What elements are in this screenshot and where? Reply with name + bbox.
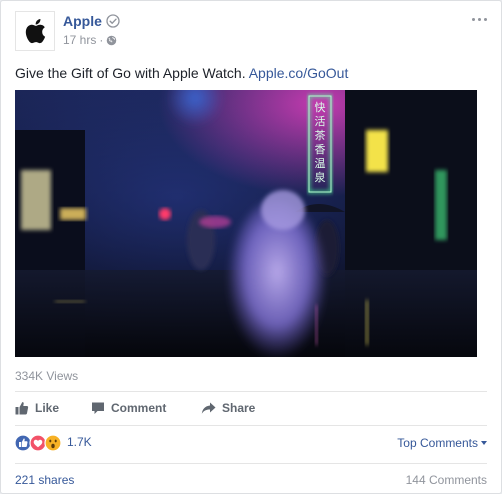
- caret-down-icon: [481, 441, 487, 445]
- share-label: Share: [222, 401, 256, 415]
- page-avatar[interactable]: [15, 11, 55, 51]
- share-button[interactable]: Share: [201, 397, 255, 419]
- comment-sort-label: Top Comments: [397, 436, 478, 450]
- video-player[interactable]: 快活茶香温泉: [15, 90, 477, 357]
- comments-link[interactable]: 144 Comments: [406, 473, 487, 487]
- reaction-icons[interactable]: [15, 434, 63, 452]
- neon-sign-char: 快: [315, 101, 326, 114]
- action-bar: Like Comment Share: [15, 397, 487, 419]
- divider: [15, 391, 487, 392]
- comment-label: Comment: [111, 401, 167, 415]
- like-button[interactable]: Like: [15, 397, 59, 419]
- shares-link[interactable]: 221 shares: [15, 473, 74, 487]
- neon-sign-char: 茶: [315, 129, 326, 142]
- page-name-link[interactable]: Apple: [63, 13, 102, 29]
- neon-sign-char: 活: [315, 115, 326, 128]
- share-arrow-icon: [201, 402, 216, 414]
- more-dot: [472, 17, 475, 21]
- divider: [15, 425, 487, 426]
- like-label: Like: [35, 401, 60, 415]
- post-link[interactable]: Apple.co/GoOut: [249, 65, 349, 81]
- reactions-row: 1.7K Top Comments: [15, 433, 487, 453]
- neon-sign-char: 香: [315, 143, 326, 156]
- reaction-count[interactable]: 1.7K: [67, 435, 92, 449]
- meta-separator: ·: [99, 33, 104, 47]
- love-reaction-icon: [29, 434, 47, 452]
- wow-reaction-icon: [44, 434, 62, 452]
- thumbs-up-icon: [15, 402, 29, 415]
- comment-button[interactable]: Comment: [91, 397, 166, 419]
- more-dot: [484, 17, 487, 21]
- post-footer: 221 shares 144 Comments: [15, 473, 487, 489]
- view-count: 334K Views: [15, 369, 79, 383]
- globe-icon: [107, 35, 117, 45]
- post-text: Give the Gift of Go with Apple Watch. Ap…: [15, 64, 487, 82]
- post-message: Give the Gift of Go with Apple Watch.: [15, 65, 246, 81]
- apple-logo-icon: [25, 19, 46, 44]
- more-dot: [478, 17, 481, 21]
- neon-sign-char: 温: [315, 157, 326, 170]
- neon-sign-char: 泉: [315, 170, 326, 184]
- verified-badge-icon: [106, 14, 120, 28]
- video-frame: 快活茶香温泉: [15, 90, 477, 357]
- neon-sign: 快活茶香温泉: [315, 101, 326, 184]
- comment-sort-dropdown[interactable]: Top Comments: [397, 436, 487, 450]
- comment-icon: [92, 402, 104, 414]
- divider: [15, 463, 487, 464]
- post-card: Apple 17 hrs · Give the Gift of Go with …: [0, 0, 502, 494]
- post-timestamp[interactable]: 17 hrs: [63, 33, 96, 47]
- post-header: Apple 17 hrs ·: [15, 11, 487, 55]
- more-options-button[interactable]: [467, 13, 487, 25]
- like-reaction-icon: [15, 434, 32, 452]
- post-meta: 17 hrs ·: [63, 33, 117, 47]
